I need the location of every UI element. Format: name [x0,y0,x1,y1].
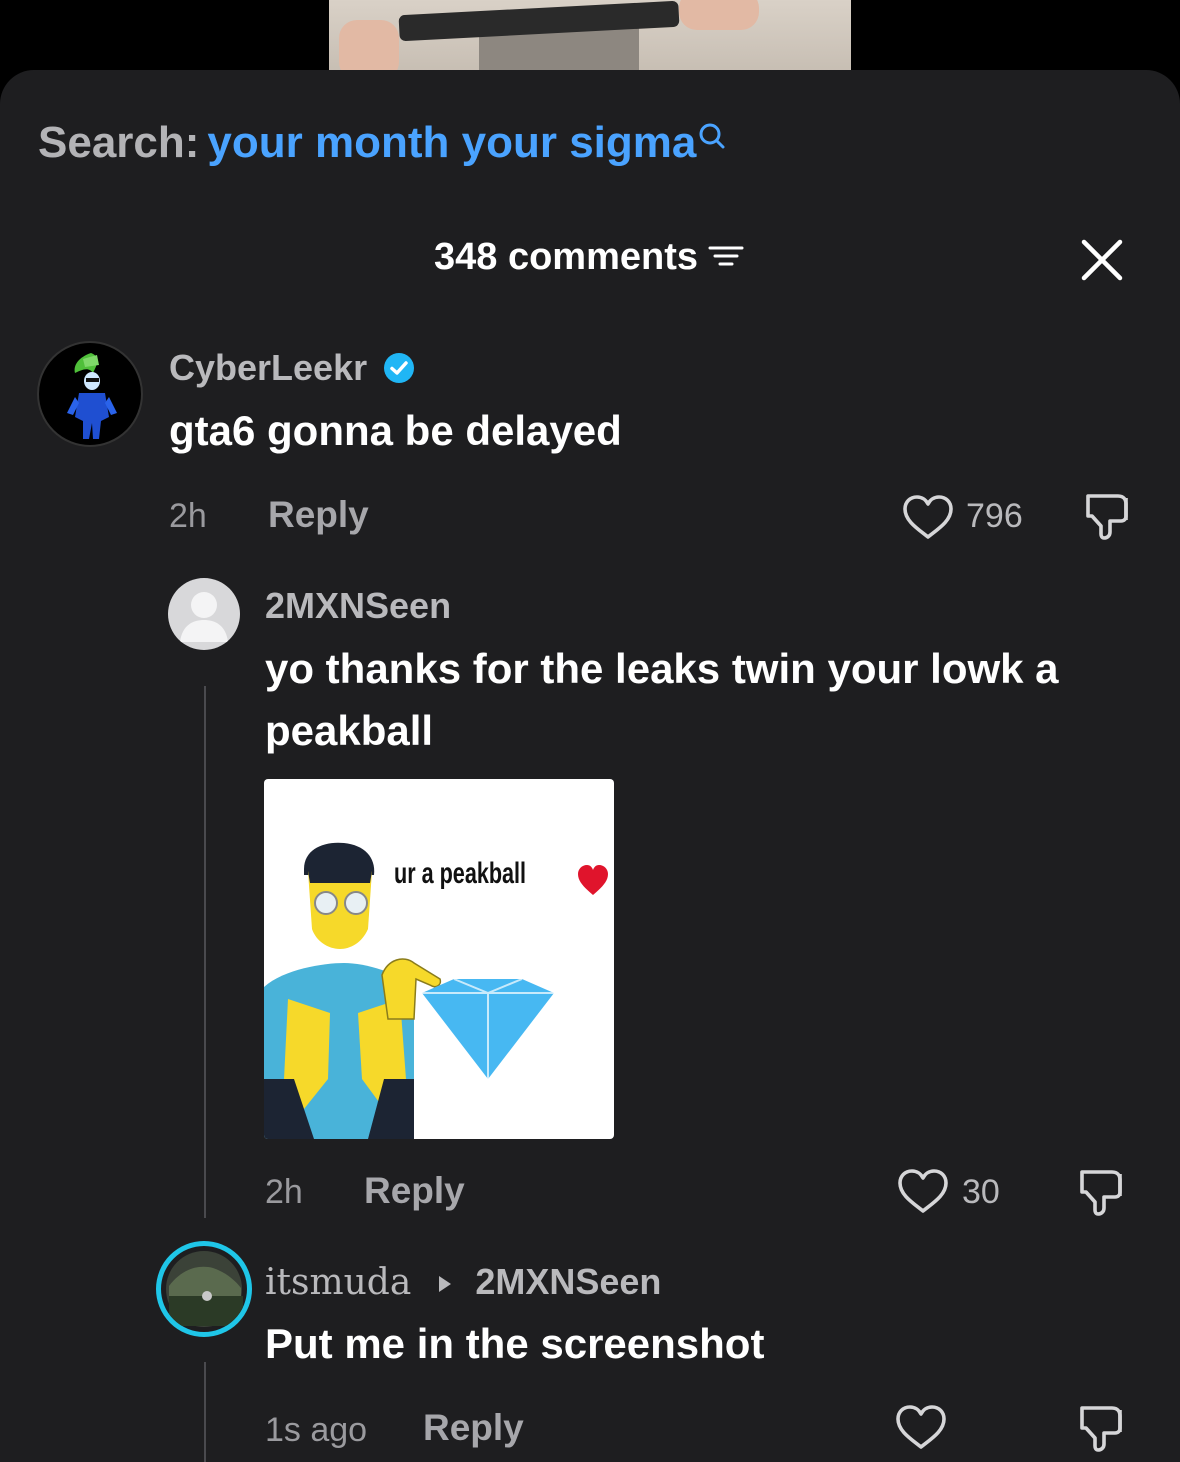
comment-text: Put me in the screenshot [265,1320,765,1367]
comment-username[interactable]: CyberLeekr [169,347,415,389]
like-count: 30 [962,1173,1000,1211]
reply-button[interactable]: Reply [268,494,369,536]
filter-icon[interactable] [706,240,746,272]
comment-time: 1s ago [265,1411,368,1449]
verified-badge-icon [384,353,415,383]
reply-button[interactable]: Reply [423,1407,524,1449]
caret-right-icon [439,1276,452,1292]
close-icon[interactable] [1078,236,1126,284]
avatar-itsmuda[interactable] [156,1241,252,1337]
reply-button[interactable]: Reply [364,1170,465,1212]
dislike-icon[interactable] [1074,1166,1130,1218]
heart-icon[interactable] [900,493,956,541]
thread-line [204,686,206,1218]
comment-username[interactable]: itsmuda 2MXNSeen [265,1261,661,1303]
search-query[interactable]: your month your sigma [207,118,696,167]
thread-line [204,1362,206,1462]
comment-text: yo thanks for the leaks twin your lowk a… [265,645,1059,754]
comment-count: 348 comments [433,236,698,278]
dislike-icon[interactable] [1074,1402,1130,1454]
comments-header: 348 comments [0,236,1180,279]
username-text[interactable]: CyberLeekr [169,347,367,388]
heart-icon[interactable] [895,1167,951,1215]
reply-to-username[interactable]: 2MXNSeen [475,1261,661,1302]
like-count: 796 [966,497,1023,535]
comment-text: gta6 gonna be delayed [169,407,622,454]
video-preview[interactable] [329,0,851,72]
search-suggestion[interactable]: Search: your month your sigma [38,118,726,168]
comment-time: 2h [265,1173,303,1211]
avatar-image [67,353,117,439]
video-hand-left [339,20,399,72]
video-hand-right [679,0,759,30]
heart-emoji-icon [578,865,608,895]
dislike-icon[interactable] [1080,490,1136,542]
search-icon[interactable] [698,122,726,152]
avatar-photo [166,1251,243,1327]
avatar-cyberleekr[interactable] [37,341,143,447]
default-avatar-icon [180,592,228,642]
comment-time: 2h [169,497,207,535]
meme-caption: ur a peakball [394,857,527,890]
avatar-2mxnseen[interactable] [168,578,240,650]
comment-username[interactable]: 2MXNSeen [265,585,451,627]
heart-icon[interactable] [893,1403,949,1451]
search-label: Search: [38,118,200,167]
comment-image[interactable]: ur a peakball [264,779,614,1139]
meme-illustration [264,842,554,1139]
username-text[interactable]: itsmuda [265,1262,411,1303]
